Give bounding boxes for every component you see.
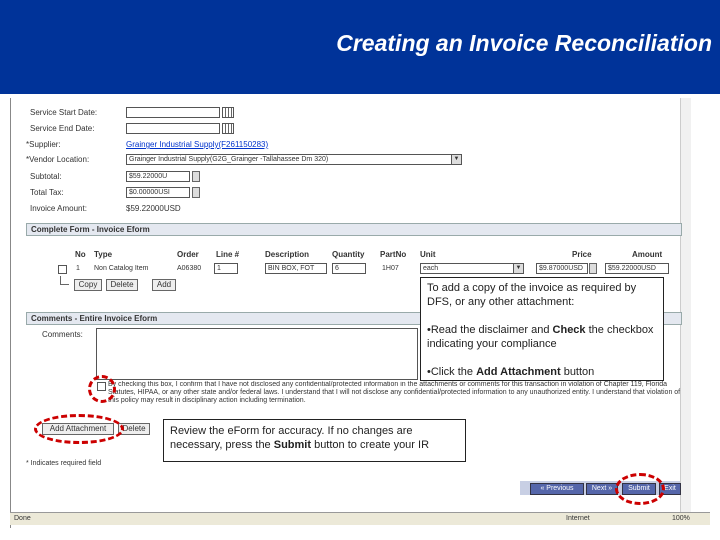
row-unit-select[interactable]: each ▼ <box>420 263 524 274</box>
row-order: A06380 <box>177 265 202 272</box>
row-line-input[interactable]: 1 <box>214 263 238 274</box>
total-tax-label: Total Tax: <box>30 188 64 197</box>
row-amount-input[interactable]: $59.22000USD <box>605 263 669 274</box>
row-checkbox[interactable] <box>58 265 67 274</box>
vendor-location-label: *Vendor Location: <box>26 155 90 164</box>
status-text: Done <box>14 515 31 522</box>
subtotal-label: Subtotal: <box>30 172 62 181</box>
invoice-amount-value: $59.22000USD <box>126 204 181 213</box>
callout-bullet-attach: •Click the Add Attachment button <box>427 366 595 378</box>
copy-button[interactable]: Copy <box>74 279 102 291</box>
instruction-callout: To add a copy of the invoice as required… <box>420 277 664 381</box>
row-price-input[interactable]: $9.87000USD <box>536 263 588 274</box>
submit-highlight <box>615 473 665 505</box>
status-bar: Done Internet 100% <box>10 512 710 525</box>
zoom-level[interactable]: 100% <box>672 513 690 525</box>
row-no: 1 <box>76 265 80 272</box>
vertical-scrollbar[interactable] <box>680 98 691 516</box>
col-header-amount: Amount <box>632 250 663 259</box>
slide-title: Creating an Invoice Reconciliation <box>336 30 712 56</box>
checkbox-highlight <box>88 375 116 403</box>
row-description-input[interactable]: BIN BOX, FOT <box>265 263 327 274</box>
col-header-description: Description <box>265 250 310 259</box>
row-type: Non Catalog Item <box>94 265 149 272</box>
comments-label: Comments: <box>42 330 83 339</box>
add-attachment-highlight <box>34 414 124 444</box>
supplier-link[interactable]: Grainger Industrial Supply(F261150283) <box>126 140 268 149</box>
col-header-line: Line # <box>216 250 240 259</box>
col-header-type: Type <box>94 250 113 259</box>
calculator-icon[interactable] <box>589 263 597 274</box>
next-button[interactable]: Next » <box>586 483 618 495</box>
invoice-amount-label: Invoice Amount: <box>30 204 87 213</box>
row-unit-value: each <box>423 265 439 272</box>
subtotal-input[interactable]: $59.22000U <box>126 171 190 182</box>
calculator-icon[interactable] <box>192 171 200 182</box>
total-tax-input[interactable]: $0.00000USI <box>126 187 190 198</box>
internet-zone: Internet <box>566 515 590 522</box>
service-end-input[interactable] <box>126 123 220 134</box>
chevron-down-icon: ▼ <box>513 264 523 273</box>
row-quantity-input[interactable]: 6 <box>332 263 366 274</box>
supplier-label: *Supplier: <box>26 140 61 149</box>
required-note: * Indicates required field <box>26 460 102 467</box>
col-header-quantity: Quantity <box>332 250 365 259</box>
calculator-icon[interactable] <box>192 187 200 198</box>
service-start-input[interactable] <box>126 107 220 118</box>
row-partno: 1H07 <box>382 265 399 272</box>
col-header-price: Price <box>572 250 592 259</box>
col-header-unit: Unit <box>420 250 436 259</box>
previous-button[interactable]: « Previous <box>530 483 584 495</box>
chevron-down-icon: ▼ <box>451 155 461 164</box>
col-header-no: No <box>75 250 86 259</box>
disclaimer-text: By checking this box, I confirm that I h… <box>108 381 681 404</box>
calendar-icon[interactable] <box>222 123 234 134</box>
vendor-location-value: Grainger Industrial Supply(G2G_Grainger … <box>129 156 329 163</box>
col-header-order: Order <box>177 250 199 259</box>
select-arrow-icon <box>60 276 69 285</box>
callout-bullet-check: •Read the disclaimer and Check the check… <box>427 324 654 350</box>
col-header-partno: PartNo <box>380 250 407 259</box>
review-callout: Review the eForm for accuracy. If no cha… <box>163 419 466 462</box>
service-end-label: Service End Date: <box>30 124 95 133</box>
calendar-icon[interactable] <box>222 107 234 118</box>
complete-form-header: Complete Form - Invoice Eform <box>26 223 682 236</box>
service-start-label: Service Start Date: <box>30 108 98 117</box>
add-line-button[interactable]: Add <box>152 279 176 291</box>
delete-line-button[interactable]: Delete <box>106 279 138 291</box>
callout-intro: To add a copy of the invoice as required… <box>427 282 637 308</box>
vendor-location-select[interactable]: Grainger Industrial Supply(G2G_Grainger … <box>126 154 462 165</box>
comments-textarea[interactable] <box>96 328 418 380</box>
